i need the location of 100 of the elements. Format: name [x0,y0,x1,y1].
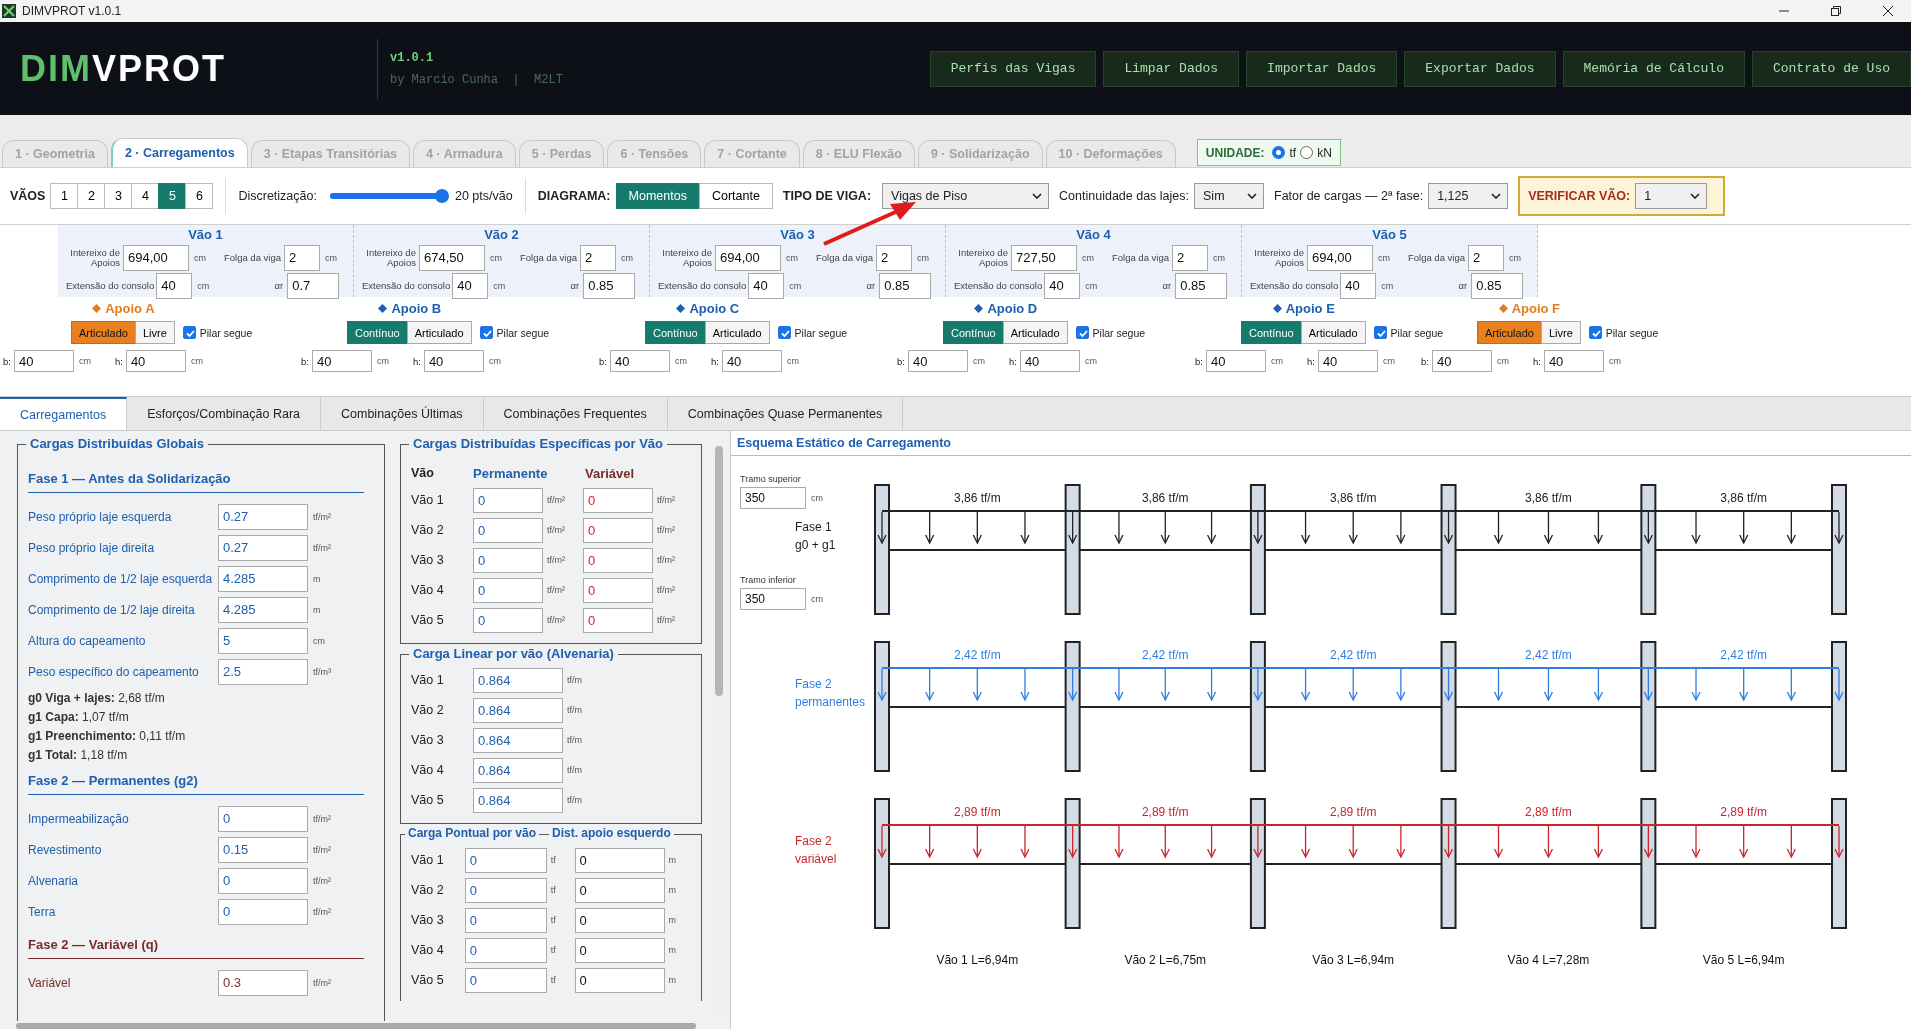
header-button[interactable]: Limpar Dados [1103,50,1240,87]
span-count-button[interactable]: 5 [158,183,187,209]
width-field[interactable]: 40 [1431,350,1492,372]
alpha-field[interactable]: 0.85 [1471,272,1524,299]
value-field[interactable]: 0.27 [218,503,308,530]
value-field[interactable]: 0 [473,607,543,633]
gap-field[interactable]: 2 [1172,244,1208,271]
interaxis-field[interactable]: 694,00 [1306,244,1373,271]
value-field[interactable]: 0.864 [473,757,563,783]
beam-type-select[interactable]: Vigas de Piso [882,183,1050,209]
height-field[interactable]: 40 [1543,350,1604,372]
value-field[interactable]: 0 [574,877,665,903]
value-field[interactable]: 0 [464,847,547,873]
load-factor-select[interactable]: 1,125 [1428,183,1509,209]
header-button[interactable]: Contrato de Uso [1751,50,1911,87]
value-field[interactable]: 0 [583,607,653,633]
width-field[interactable]: 40 [609,350,670,372]
value-field[interactable]: 0 [464,877,547,903]
value-field[interactable]: 0 [464,937,547,963]
span-count-button[interactable]: 1 [50,183,79,209]
span-count-button[interactable]: 4 [131,183,160,209]
value-field[interactable]: 0 [574,967,665,993]
tab[interactable]: 2 · Carregamentos [110,138,248,167]
verify-span-select[interactable]: 1 [1635,183,1708,209]
radio-button[interactable] [1272,146,1286,159]
value-field[interactable]: 0 [574,847,665,873]
value-field[interactable]: 0 [583,487,653,513]
alpha-field[interactable]: 0.85 [879,272,932,299]
value-field[interactable]: 5 [218,627,308,654]
value-field[interactable]: 0 [574,907,665,933]
console-field[interactable]: 40 [452,272,489,299]
value-field[interactable]: 0.27 [218,534,308,561]
interaxis-field[interactable]: 674,50 [418,244,485,271]
alpha-field[interactable]: 0.7 [287,272,340,299]
height-field[interactable]: 40 [1019,350,1080,372]
value-field[interactable]: 350 [740,588,806,610]
support-type-button[interactable]: Livre [1540,321,1581,344]
support-type-button[interactable]: Contínuo [943,321,1004,344]
checkbox[interactable] [479,326,493,339]
value-field[interactable]: 0.864 [473,727,563,753]
support-type-button[interactable]: Livre [134,321,175,344]
value-field[interactable]: 0.864 [473,667,563,693]
width-field[interactable]: 40 [1205,350,1266,372]
support-type-button[interactable]: Contínuo [645,321,706,344]
interaxis-field[interactable]: 694,00 [122,244,189,271]
checkbox[interactable] [1373,326,1387,339]
value-field[interactable]: 4.285 [218,565,308,592]
support-type-button[interactable]: Articulado [1477,321,1542,344]
header-button[interactable]: Exportar Dados [1404,50,1556,87]
value-field[interactable]: 0.3 [218,969,308,996]
restore-icon[interactable] [1831,6,1841,16]
diagram-toggle[interactable]: Cortante [698,183,773,209]
support-type-button[interactable]: Articulado [1300,321,1366,344]
support-type-button[interactable]: Articulado [406,321,472,344]
gap-field[interactable]: 2 [876,244,912,271]
header-button[interactable]: Memória de Cálculo [1562,50,1745,87]
tab[interactable]: Carregamentos [0,397,128,430]
console-field[interactable]: 40 [156,272,193,299]
value-field[interactable]: 4.285 [218,596,308,623]
value-field[interactable]: 0 [583,577,653,603]
value-field[interactable]: 0 [218,867,308,894]
gap-field[interactable]: 2 [580,244,616,271]
height-field[interactable]: 40 [1317,350,1378,372]
header-button[interactable]: Importar Dados [1246,50,1398,87]
value-field[interactable]: 0 [473,487,543,513]
checkbox[interactable] [1588,326,1602,339]
console-field[interactable]: 40 [748,272,785,299]
alpha-field[interactable]: 0.85 [583,272,636,299]
value-field[interactable]: 2.5 [218,658,308,685]
radio-button[interactable] [1300,146,1314,159]
gap-field[interactable]: 2 [284,244,320,271]
value-field[interactable]: 0 [464,907,547,933]
support-type-button[interactable]: Articulado [704,321,770,344]
value-field[interactable]: 0 [574,937,665,963]
gap-field[interactable]: 2 [1468,244,1504,271]
header-button[interactable]: Perfis das Vigas [929,50,1097,87]
slider-thumb[interactable] [434,189,449,203]
width-field[interactable]: 40 [13,350,74,372]
value-field[interactable]: 0.15 [218,836,308,863]
support-type-button[interactable]: Contínuo [1241,321,1302,344]
value-field[interactable]: 0 [583,547,653,573]
span-count-button[interactable]: 3 [104,183,133,209]
alpha-field[interactable]: 0.85 [1175,272,1228,299]
support-type-button[interactable]: Contínuo [347,321,408,344]
checkbox[interactable] [182,326,196,339]
slab-continuity-select[interactable]: Sim [1194,183,1264,209]
support-type-button[interactable]: Articulado [71,321,136,344]
height-field[interactable]: 40 [125,350,186,372]
close-icon[interactable] [1883,6,1893,16]
value-field[interactable]: 0 [464,967,547,993]
interaxis-field[interactable]: 694,00 [714,244,781,271]
diagram-toggle[interactable]: Momentos [615,183,700,209]
span-count-button[interactable]: 6 [185,183,214,209]
value-field[interactable]: 0 [218,898,308,925]
value-field[interactable]: 0 [218,805,308,832]
value-field[interactable]: 350 [740,487,806,509]
span-count-button[interactable]: 2 [77,183,106,209]
value-field[interactable]: 0 [473,577,543,603]
interaxis-field[interactable]: 727,50 [1010,244,1077,271]
width-field[interactable]: 40 [907,350,968,372]
